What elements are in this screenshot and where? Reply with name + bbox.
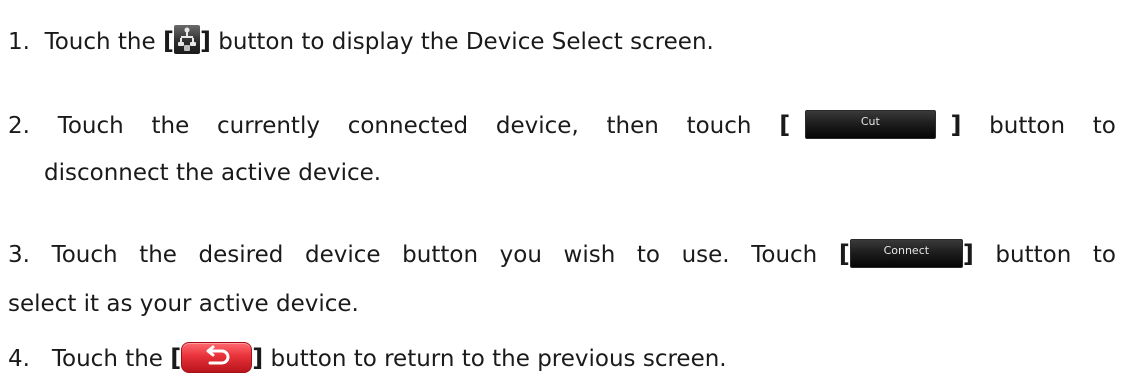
step-word: then (606, 112, 659, 139)
step-3: 3. Touch the desired device button you w… (8, 239, 1116, 270)
bracket-close: ] (962, 240, 974, 268)
step-text: Touch the (44, 29, 156, 55)
step-word: Touch (751, 241, 818, 268)
step-word: desired (198, 241, 284, 268)
step-number: 4. (8, 346, 30, 372)
connect-button-group: [Connect] (839, 239, 974, 270)
step-word: touch (686, 112, 752, 139)
bracket-open: [ (779, 111, 791, 139)
step-word: to (1092, 112, 1116, 139)
step-4: 4. Touch the [] button to return to the … (8, 342, 727, 375)
device-select-icon (173, 25, 200, 54)
step-text: disconnect the active device. (44, 160, 382, 186)
step-word: Touch (57, 112, 124, 139)
bracket-close: ] (950, 111, 962, 139)
step-word: to (636, 241, 660, 268)
step-word: connected (347, 112, 469, 139)
step-word: the (139, 241, 177, 268)
step-word: button (402, 241, 479, 268)
step-number: 2. (8, 112, 30, 139)
step-word: Touch (51, 241, 118, 268)
step-word: the (151, 112, 190, 139)
step-word: device, (495, 112, 579, 139)
step-word: use. (681, 241, 730, 268)
step-word: button (995, 241, 1072, 268)
bracket-open: [ (170, 344, 182, 372)
step-text: Touch the (51, 346, 163, 372)
step-text: button to display the Device Select scre… (218, 29, 714, 55)
step-word: currently (216, 112, 320, 139)
step-2-continuation: disconnect the active device. (44, 158, 381, 188)
step-number: 1. (8, 29, 30, 55)
step-word: to (1092, 241, 1116, 268)
bracket-open: [ (162, 27, 174, 55)
connect-button: Connect (849, 239, 963, 268)
step-1: 1. Touch the [] button to display the De… (8, 25, 714, 57)
step-word: button (989, 112, 1066, 139)
back-arrow-icon (181, 342, 253, 373)
step-2: 2. Touch the currently connected device,… (8, 110, 1116, 141)
step-3-continuation: select it as your active device. (8, 289, 359, 319)
bracket-close: ] (252, 344, 264, 372)
step-word: device (304, 241, 381, 268)
bracket-close: ] (199, 27, 211, 55)
step-word: wish (563, 241, 616, 268)
step-text: button to return to the previous screen. (270, 346, 727, 372)
cut-button: Cut (804, 110, 936, 139)
bracket-open: [ (838, 240, 850, 268)
cut-button-group: [ Cut ] (779, 110, 961, 141)
step-number: 3. (8, 241, 30, 268)
step-text: select it as your active device. (8, 291, 359, 317)
step-word: you (499, 241, 542, 268)
